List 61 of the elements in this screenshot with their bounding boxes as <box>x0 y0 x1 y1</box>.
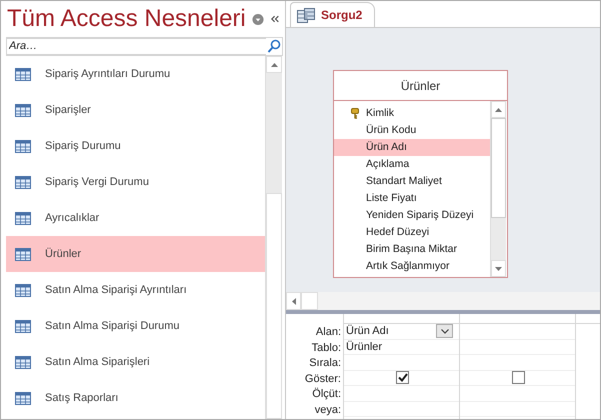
field-item[interactable]: Açıklama <box>334 156 490 173</box>
scrollbar[interactable] <box>265 56 282 419</box>
scroll-up-icon[interactable] <box>270 62 278 66</box>
grid-cell[interactable] <box>460 370 575 386</box>
query-icon <box>297 8 315 22</box>
row-label: Alan: <box>314 325 342 340</box>
show-checkbox[interactable] <box>512 371 525 384</box>
nav-item[interactable]: Sipariş Durumu <box>6 128 265 164</box>
pane-title: Tüm Access Nesneleri <box>7 4 246 34</box>
row-label: Göster: <box>304 372 342 386</box>
table-icon <box>15 320 31 332</box>
field-item[interactable]: Ürün Adı <box>334 139 490 156</box>
table-icon <box>15 212 31 224</box>
caret-icon <box>440 328 448 334</box>
scroll-down-icon[interactable] <box>495 266 502 270</box>
collapse-icon[interactable] <box>270 14 279 24</box>
nav-item[interactable]: Ayrıcalıklar <box>6 200 265 236</box>
row-label: Sırala: <box>308 356 342 370</box>
table-icon <box>15 248 31 260</box>
field-item[interactable]: Kimlik <box>334 105 490 122</box>
grid-cell[interactable] <box>344 370 459 386</box>
show-checkbox[interactable] <box>396 371 409 384</box>
grid-cell[interactable]: Ürünler <box>344 340 459 355</box>
nav-item[interactable]: Satın Alma Siparişi Durumu <box>6 308 265 344</box>
nav-item[interactable]: Sipariş Vergi Durumu <box>6 164 265 200</box>
table-icon <box>15 68 31 80</box>
nav-item[interactable]: Satın Alma Siparişleri <box>6 344 265 380</box>
scroll-left-icon[interactable] <box>292 298 296 304</box>
table-icon <box>15 356 31 368</box>
scroll-up-icon[interactable] <box>495 108 502 112</box>
grid-cell[interactable]: Ürün Adı <box>344 324 459 340</box>
field-item[interactable]: Yeniden Sipariş Düzeyi <box>334 207 490 224</box>
query-tab[interactable]: Sorgu2 <box>290 2 376 27</box>
nav-item[interactable]: Siparişler <box>6 92 265 128</box>
scrollbar[interactable] <box>301 292 318 310</box>
field-item[interactable]: Birim Başına Miktar <box>334 241 490 258</box>
field-item[interactable]: Artık Sağlanmıyor <box>334 258 490 275</box>
row-label: Tablo: <box>310 340 342 355</box>
key-icon <box>351 108 359 119</box>
row-label: veya: <box>314 402 342 417</box>
table-icon <box>15 284 31 296</box>
field-item[interactable]: Liste Fiyatı <box>334 190 490 207</box>
row-label: Ölçüt: <box>311 386 342 402</box>
field-item[interactable]: Standart Maliyet <box>334 173 490 190</box>
table-field-list[interactable]: Ürünler Kimlik Ürün Kodu Ürün Adı Açıklama Standart Maliyet Liste Fiyatı Yeniden Sipariş Düzeyi Hedef Düzeyi Birim Başına Miktar Artık Sağlanmıyor <box>333 70 508 278</box>
table-title: Ürünler <box>334 71 507 101</box>
table-icon <box>15 104 31 116</box>
nav-item[interactable]: Satış Raporları <box>6 380 265 416</box>
table-icon <box>15 176 31 188</box>
dropdown-icon[interactable] <box>252 12 264 26</box>
field-item[interactable]: Ürün Kodu <box>334 122 490 139</box>
field-item[interactable]: Hedef Düzeyi <box>334 224 490 241</box>
search-icon[interactable] <box>266 38 282 55</box>
table-icon <box>15 140 31 152</box>
dropdown-button[interactable] <box>436 324 453 338</box>
nav-item[interactable]: Sipariş Ayrıntıları Durumu <box>6 56 265 92</box>
field-value[interactable]: Ürün Adı <box>346 323 389 340</box>
scrollbar[interactable] <box>490 101 506 277</box>
nav-item[interactable]: Satın Alma Siparişi Ayrıntıları <box>6 272 265 308</box>
table-icon <box>15 392 31 404</box>
nav-item[interactable]: Ürünler <box>6 236 265 272</box>
